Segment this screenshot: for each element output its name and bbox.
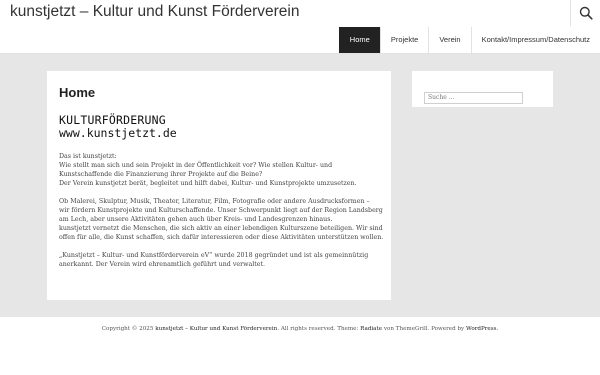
text-line: Ob Malerei, Skulptur, Musik, Theater, Li… (59, 198, 370, 205)
text-line: kunstjetzt vernetzt die Menschen, die si… (59, 225, 383, 232)
nav-item-verein[interactable]: Verein (428, 27, 470, 53)
search-toggle-button[interactable] (570, 0, 600, 26)
site-title[interactable]: kunstjetzt – Kultur und Kunst Fördervere… (10, 3, 299, 21)
main-area: Home KULTURFÖRDERUNG www.kunstjetzt.de D… (0, 54, 600, 317)
footer-copyright: Copyright © 2025 kunstjetzt – Kultur und… (0, 326, 600, 332)
site-footer: Copyright © 2025 kunstjetzt – Kultur und… (0, 317, 600, 375)
text-line: Der Verein kunstjetzt berät, begleitet u… (59, 180, 357, 187)
body-text: Das ist kunstjetzt: Wie stellt man sich … (59, 152, 384, 269)
end-text: . (496, 326, 499, 332)
search-input[interactable] (424, 91, 523, 104)
nav-item-projekte[interactable]: Projekte (379, 27, 429, 53)
paragraph-intro: Das ist kunstjetzt: Wie stellt man sich … (59, 152, 379, 188)
kulturfoerderung-logo: KULTURFÖRDERUNG www.kunstjetzt.de (59, 114, 379, 140)
footer-site-link[interactable]: kunstjetzt – Kultur und Kunst Fördervere… (155, 326, 277, 332)
text-line: offen für alle, die Kunst schaffen, sich… (59, 234, 384, 241)
wordpress-link[interactable]: WordPress (466, 326, 496, 332)
nav-item-home[interactable]: Home (338, 27, 380, 53)
nav-item-kontakt[interactable]: Kontakt/Impressum/Datenschutz (470, 27, 600, 53)
text-line: Wie stellt man sich und sein Projekt in … (59, 162, 333, 169)
site-header: kunstjetzt – Kultur und Kunst Fördervere… (0, 0, 600, 54)
rights-text: . All rights reserved. Theme: (277, 326, 361, 332)
text-line: „Kunstjetzt – Kultur- und Kunstförderver… (59, 252, 369, 259)
content-card: Home KULTURFÖRDERUNG www.kunstjetzt.de D… (47, 71, 391, 300)
page-title: Home (59, 85, 96, 100)
by-text: von ThemeGrill. Powered by (382, 326, 466, 332)
main-nav: Home Projekte Verein Kontakt/Impressum/D… (338, 27, 600, 53)
text-line: Das ist kunstjetzt: (59, 153, 117, 160)
theme-link[interactable]: Radiate (360, 326, 382, 332)
logo-line-2: www.kunstjetzt.de (59, 126, 177, 140)
text-line: wir fördern Kunstprojekte und Kulturscha… (59, 207, 383, 214)
text-line: anerkannt. Der Verein wird ehrenamtlich … (59, 261, 266, 268)
text-line: am Lech, aber unsere Aktivitäten gehen a… (59, 216, 333, 223)
paragraph-focus: Ob Malerei, Skulptur, Musik, Theater, Li… (59, 197, 384, 242)
sidebar-search-widget (412, 71, 553, 107)
text-line: Kunstschaffende die Finanzierung ihrer P… (59, 171, 263, 178)
paragraph-founding: „Kunstjetzt – Kultur- und Kunstförderver… (59, 251, 379, 269)
copyright-prefix: Copyright © 2025 (101, 326, 156, 332)
search-icon (579, 6, 593, 20)
